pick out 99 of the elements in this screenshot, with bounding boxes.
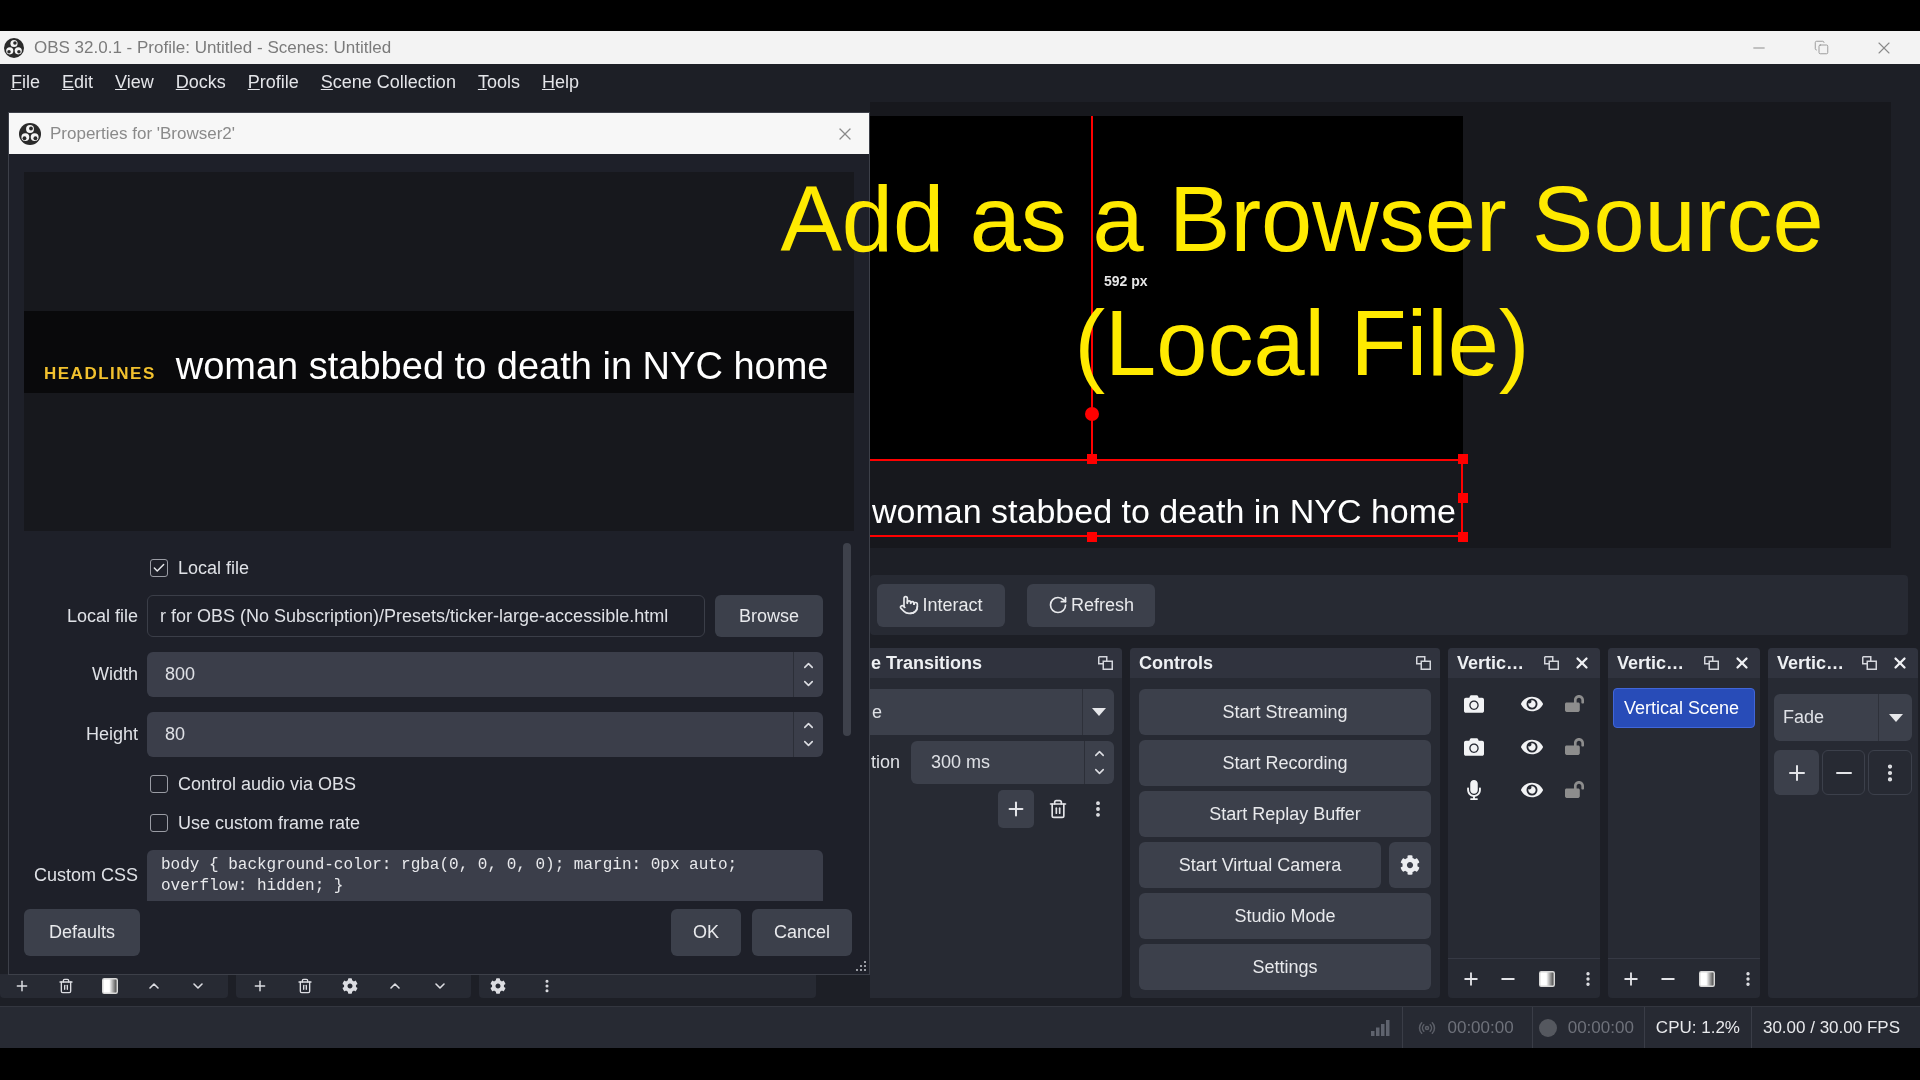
caret-icon[interactable] [1091, 708, 1106, 716]
dock-title: e Transitions [871, 651, 983, 675]
menu-item[interactable]: Profile [247, 69, 299, 96]
number-field[interactable]: 80 [147, 712, 823, 757]
microphone-icon [1464, 779, 1484, 800]
annotation-text: Add as a Browser Source [780, 167, 1824, 272]
stream-time: 00:00:00 [1447, 1016, 1514, 1039]
menu-item[interactable]: View [115, 69, 154, 96]
trash-icon[interactable] [297, 978, 313, 994]
dialog-title: Properties for 'Browser2' [50, 122, 236, 145]
settings-button[interactable] [1389, 842, 1431, 888]
overlapping-squares-icon[interactable] [1862, 656, 1877, 670]
caret-icon[interactable] [1888, 713, 1903, 722]
plus-icon[interactable] [14, 978, 30, 994]
unlock-icon[interactable] [1565, 694, 1584, 713]
gradient-square-icon[interactable] [1699, 970, 1715, 987]
trash-icon[interactable] [1048, 799, 1068, 819]
control-button[interactable]: Start Streaming [1139, 689, 1431, 735]
overlapping-squares-icon[interactable] [1544, 656, 1559, 670]
plus-icon[interactable] [252, 978, 268, 994]
dialog-button[interactable]: Defaults [24, 909, 141, 956]
checkbox-label: Local file [178, 556, 250, 580]
field-label: Height [85, 723, 138, 746]
add-button[interactable] [998, 790, 1034, 828]
selection-box[interactable]: woman stabbed to death in NYC home [870, 459, 1463, 537]
resize-handle-icon[interactable] [1087, 454, 1097, 464]
record-time: 00:00:00 [1567, 1016, 1634, 1039]
menu-item[interactable]: Help [541, 69, 579, 96]
scrollbar-thumb[interactable] [843, 543, 851, 736]
signal-bars-icon [1371, 1019, 1391, 1036]
menu-item[interactable]: Edit [62, 69, 94, 96]
dialog-button[interactable]: OK [670, 909, 741, 956]
control-button[interactable]: Start Recording [1139, 740, 1431, 786]
unlock-icon[interactable] [1565, 737, 1584, 756]
duration-field[interactable]: 300 ms [911, 741, 1114, 784]
logo-icon [4, 37, 24, 58]
settings-icon[interactable] [1400, 855, 1420, 875]
control-button[interactable]: Studio Mode [1139, 893, 1431, 939]
resize-handle-icon[interactable] [1458, 454, 1468, 464]
dock-title: Controls [1139, 651, 1213, 675]
menu-item[interactable]: Scene Collection [320, 69, 456, 96]
interact-button[interactable]: Interact [877, 583, 1005, 627]
field-label: Width [92, 663, 138, 686]
unlock-icon[interactable] [1565, 780, 1584, 799]
control-button[interactable]: Start Replay Buffer [1139, 791, 1431, 837]
dialog-button[interactable]: Cancel [751, 909, 852, 956]
logo-icon [19, 122, 41, 145]
checkbox-label: Control audio via OBS [178, 772, 357, 796]
control-button[interactable]: Start Virtual Camera [1139, 842, 1381, 888]
transition-dropdown[interactable]: Fade [1774, 694, 1912, 741]
overlapping-squares-icon[interactable] [1098, 656, 1113, 670]
dock-title: Vertic… [1457, 651, 1525, 675]
refresh-button[interactable]: Refresh [1027, 583, 1155, 627]
transition-dropdown[interactable]: e [870, 689, 1114, 735]
gradient-square-icon[interactable] [1539, 970, 1555, 987]
dock-title: Vertic… [1617, 651, 1685, 675]
resize-handle-icon[interactable] [1087, 532, 1097, 542]
more-button[interactable] [1868, 750, 1912, 795]
close-icon[interactable] [1733, 654, 1751, 672]
checkbox-label: Use custom frame rate [178, 811, 361, 835]
fps-readout: 30.00 / 30.00 FPS [1762, 1016, 1900, 1039]
settings-icon[interactable] [342, 978, 358, 994]
checkbox[interactable] [150, 814, 168, 832]
close-icon[interactable] [1891, 654, 1909, 672]
camera-icon [1464, 693, 1484, 714]
overlapping-squares-icon[interactable] [1704, 656, 1719, 670]
close-icon[interactable] [1573, 654, 1591, 672]
ticker-headline: woman stabbed to death in NYC home [175, 343, 829, 389]
refresh-icon[interactable] [1048, 595, 1068, 615]
ticker-text: woman stabbed to death in NYC home [872, 492, 1456, 531]
check-icon [152, 561, 166, 575]
dock-title: Vertic… [1777, 651, 1845, 675]
menu-item[interactable]: File [11, 69, 40, 96]
field-label: tion [870, 751, 902, 774]
menu-item[interactable]: Docks [175, 69, 226, 96]
number-field[interactable]: 800 [147, 652, 823, 697]
control-button[interactable]: Settings [1139, 944, 1431, 990]
field-label: Custom CSS [33, 864, 138, 887]
ticker-label: HEADLINES [44, 362, 156, 385]
trash-icon[interactable] [58, 978, 74, 994]
camera-icon [1464, 736, 1484, 757]
settings-icon[interactable] [490, 978, 506, 994]
browse-button[interactable]: Browse [715, 595, 823, 637]
checkbox[interactable] [150, 559, 168, 577]
scene-item[interactable]: Vertical Scene [1613, 688, 1755, 728]
resize-handle-icon[interactable] [1458, 493, 1468, 503]
add-button[interactable] [1774, 750, 1819, 795]
overlapping-squares-icon[interactable] [1416, 656, 1431, 670]
field-label: Local file [66, 604, 138, 628]
checkbox[interactable] [150, 775, 168, 793]
resize-grip-icon[interactable] [856, 961, 866, 971]
menu-item[interactable]: Tools [477, 69, 520, 96]
cpu-usage: CPU: 1.2% [1655, 1016, 1740, 1039]
css-text-area[interactable]: body { background-color: rgba(0, 0, 0, 0); margin: 0px auto; overflow: hidden; } [147, 850, 823, 901]
hand-pointer-icon[interactable] [899, 595, 920, 615]
window-title: OBS 32.0.1 - Profile: Untitled - Scenes: Untitled [34, 36, 392, 59]
distance-label: 592 px [1104, 274, 1148, 288]
resize-handle-icon[interactable] [1458, 532, 1468, 542]
file-path-field[interactable]: r for OBS (No Subscription)/Presets/ticker-large-accessible.html [147, 595, 705, 637]
